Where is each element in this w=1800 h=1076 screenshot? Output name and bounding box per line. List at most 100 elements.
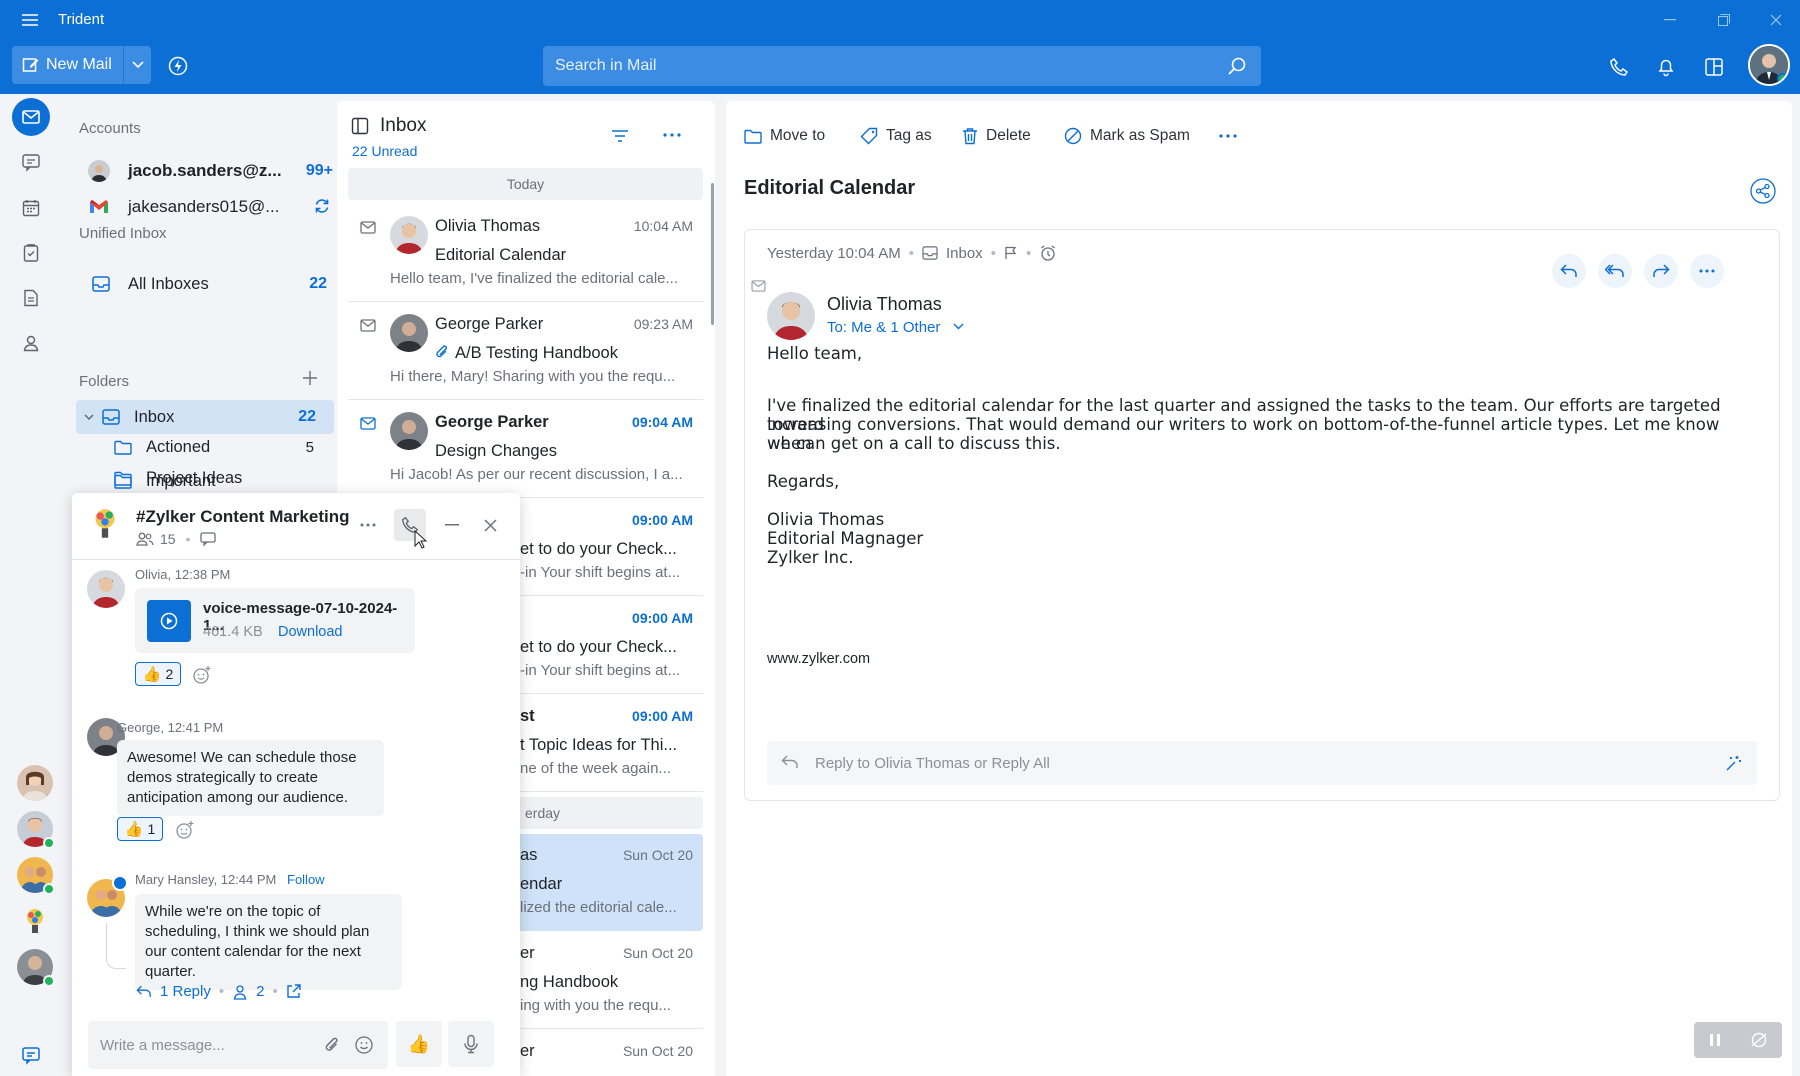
thread-icon[interactable] (200, 532, 217, 546)
rail-chat-icon[interactable] (12, 143, 50, 181)
mail-preview: Hi there, Mary! Sharing with you the req… (390, 368, 676, 385)
folder-project-ideas[interactable]: Project Ideas (114, 466, 334, 490)
hamburger-menu-icon[interactable] (18, 10, 42, 30)
member-count[interactable]: 15 (160, 531, 176, 547)
folder-label: Actioned (146, 437, 211, 456)
phone-icon[interactable] (1606, 54, 1632, 80)
account-row[interactable]: jacob.sanders@z... 99+ (88, 156, 333, 186)
restore-icon[interactable] (1712, 8, 1736, 32)
close-chat-icon[interactable] (476, 511, 504, 539)
add-folder-icon[interactable] (302, 370, 318, 386)
rail-cliq-icon[interactable] (12, 1036, 50, 1074)
reply-button[interactable] (1552, 254, 1586, 288)
add-reaction-icon[interactable] (192, 665, 212, 685)
reaction-thumbs-up[interactable]: 👍 1 (117, 817, 163, 841)
send-thumbs-up-button[interactable]: 👍 (396, 1021, 442, 1067)
bell-icon[interactable] (1653, 54, 1679, 80)
tag-as-button[interactable]: Tag as (860, 127, 932, 145)
mail-list-item[interactable]: George Parker 09:23 AM A/B Testing Handb… (348, 303, 703, 400)
layout-toggle-icon[interactable] (1701, 54, 1727, 80)
message-meta: George, 12:41 PM (117, 720, 224, 735)
search-icon[interactable] (1227, 56, 1247, 76)
delete-button[interactable]: Delete (962, 127, 1031, 145)
download-link[interactable]: Download (278, 624, 343, 640)
message-text: While we're on the topic of scheduling, … (145, 903, 370, 980)
mouse-cursor-icon (414, 530, 428, 550)
all-inboxes-item[interactable]: All Inboxes 22 (88, 269, 333, 299)
sender-avatar[interactable] (87, 875, 128, 917)
new-mail-dropdown[interactable] (123, 46, 151, 84)
sender-avatar[interactable] (87, 570, 125, 608)
rail-contact-avatar[interactable] (17, 765, 53, 801)
rail-contacts-icon[interactable] (12, 324, 50, 362)
chevron-down-icon[interactable] (84, 413, 94, 421)
mail-list-item[interactable]: George Parker 09:04 AM Design Changes Hi… (348, 401, 703, 498)
rail-calendar-icon[interactable] (12, 189, 50, 227)
minimize-chat-icon[interactable] (438, 511, 466, 539)
body-line: we can get on a call to discuss this. (767, 434, 1061, 453)
mail-time: Sun Oct 20 (622, 1043, 693, 1059)
panel-toggle-icon[interactable] (351, 117, 369, 135)
quick-reply-input[interactable]: Reply to Olivia Thomas or Reply All (767, 741, 1757, 785)
account-row[interactable]: jakesanders015@... (88, 192, 333, 222)
flag-icon[interactable] (1004, 246, 1018, 260)
forward-button[interactable] (1644, 254, 1678, 288)
recipients-toggle[interactable]: To: Me & 1 Other (827, 319, 964, 336)
unread-count[interactable]: 22 Unread (352, 143, 417, 159)
sender-avatar[interactable] (767, 292, 815, 340)
sender-name[interactable]: Olivia Thomas (827, 294, 942, 315)
voice-record-button[interactable] (448, 1021, 494, 1067)
voice-message-attachment[interactable]: voice-message-07-10-2024-1... 461.4 KB D… (135, 588, 415, 653)
rail-contact-avatar[interactable] (17, 857, 55, 895)
account-email: jacob.sanders@z... (128, 161, 282, 180)
chat-message-input[interactable]: Write a message... (88, 1021, 388, 1069)
share-icon[interactable] (1750, 178, 1776, 204)
folder-actioned[interactable]: Actioned 5 (114, 432, 334, 462)
reply-all-button[interactable] (1598, 254, 1632, 288)
pause-icon[interactable] (1709, 1033, 1721, 1047)
reminder-icon[interactable] (1039, 244, 1057, 262)
thread-badge-icon (112, 875, 128, 891)
attachment-icon[interactable] (324, 1036, 340, 1054)
rail-notes-icon[interactable] (12, 279, 50, 317)
mail-subject-heading: Editorial Calendar (744, 177, 916, 199)
file-size: 461.4 KB (203, 624, 263, 640)
screen-share-icon[interactable] (1750, 1032, 1768, 1048)
chat-more-icon[interactable] (354, 511, 382, 539)
follow-link[interactable]: Follow (287, 872, 325, 887)
rail-tasks-icon[interactable] (12, 234, 50, 272)
reply-all-icon (1605, 264, 1625, 278)
list-scrollbar[interactable] (711, 183, 714, 325)
title-bar: Trident (0, 0, 1800, 40)
more-options-icon[interactable] (663, 133, 681, 137)
signature-link[interactable]: www.zylker.com (767, 650, 1767, 669)
new-mail-button[interactable]: New Mail (12, 46, 120, 84)
folder-inbox[interactable]: Inbox 22 (76, 400, 334, 434)
rail-channel-avatar[interactable] (17, 903, 53, 939)
more-actions-icon[interactable] (1219, 134, 1237, 138)
close-window-icon[interactable] (1764, 8, 1788, 32)
rail-mail-icon[interactable] (12, 98, 50, 136)
rail-contact-avatar[interactable] (17, 949, 55, 987)
search-input[interactable]: Search in Mail (543, 46, 1261, 86)
ai-sparkle-icon[interactable] (1725, 754, 1743, 772)
mark-as-spam-button[interactable]: Mark as Spam (1064, 127, 1190, 145)
sync-icon[interactable] (313, 197, 331, 215)
emoji-icon[interactable] (354, 1035, 374, 1055)
message-more-button[interactable] (1690, 254, 1724, 288)
move-to-button[interactable]: Move to (744, 127, 825, 145)
add-reaction-icon[interactable] (175, 820, 195, 840)
reaction-thumbs-up[interactable]: 👍 2 (135, 662, 181, 686)
open-thread-icon[interactable] (286, 984, 301, 999)
message-meta: Yesterday 10:04 AM • Inbox • • (767, 244, 1057, 262)
mail-list-item[interactable]: Olivia Thomas 10:04 AM Editorial Calenda… (348, 205, 703, 302)
rail-contact-avatar[interactable] (17, 811, 55, 849)
inbox-tray-icon (922, 246, 938, 260)
user-avatar[interactable] (1748, 44, 1790, 86)
message-folder[interactable]: Inbox (946, 245, 983, 262)
thread-replies[interactable]: 1 Reply • 2 • (136, 983, 301, 1000)
filter-icon[interactable] (611, 129, 629, 143)
quick-actions-icon[interactable] (166, 54, 190, 78)
minimize-icon[interactable] (1658, 8, 1682, 32)
play-audio-icon[interactable] (147, 600, 191, 642)
